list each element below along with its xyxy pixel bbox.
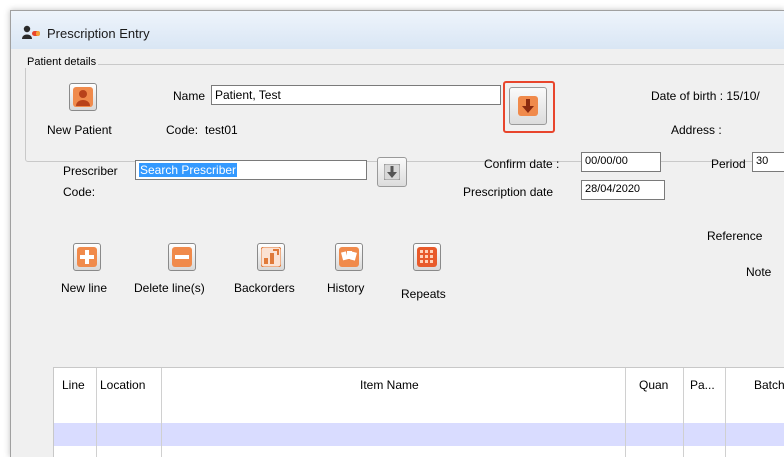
- name-label: Name: [173, 89, 206, 103]
- new-line-button[interactable]: [73, 243, 101, 271]
- prescriber-search-field[interactable]: Search Prescriber: [135, 160, 367, 180]
- prescription-date-label: Prescription date: [463, 185, 554, 199]
- repeats-button[interactable]: [413, 243, 441, 271]
- patient-details-group: [25, 64, 784, 162]
- delete-lines-button[interactable]: [168, 243, 196, 271]
- column-header-line[interactable]: Line: [62, 378, 85, 392]
- column-divider: [625, 368, 626, 457]
- prescription-lines-table[interactable]: Line Location Item Name Quan Pa... Batch: [53, 367, 784, 457]
- backorders-label: Backorders: [234, 281, 295, 295]
- confirm-date-field[interactable]: 00/00/00: [581, 152, 661, 172]
- column-header-batch[interactable]: Batch: [754, 378, 784, 392]
- plus-icon: [77, 247, 97, 267]
- patient-details-label: Patient details: [25, 56, 99, 68]
- title-bar: Prescription Entry: [11, 11, 784, 49]
- column-header-item-name[interactable]: Item Name: [360, 378, 419, 392]
- history-button[interactable]: [335, 243, 363, 271]
- backorders-button[interactable]: [257, 243, 285, 271]
- backorder-icon: [261, 247, 281, 267]
- prescriber-search-text: Search Prescriber: [139, 163, 238, 177]
- column-header-quantity[interactable]: Quan: [639, 378, 668, 392]
- note-label: Note: [746, 265, 772, 279]
- column-divider: [161, 368, 162, 457]
- reference-label: Reference: [707, 229, 763, 243]
- prescription-date-field[interactable]: 28/04/2020: [581, 180, 665, 200]
- confirm-date-label: Confirm date :: [484, 157, 560, 171]
- prescription-entry-window: Prescription Entry Patient details New P…: [10, 10, 784, 457]
- prescriber-label: Prescriber: [63, 164, 118, 178]
- column-divider: [96, 368, 97, 457]
- history-label: History: [327, 281, 365, 295]
- code-label: Code:: [166, 123, 199, 137]
- patient-code-value: test01: [205, 123, 238, 137]
- repeats-label: Repeats: [401, 287, 446, 301]
- column-divider: [725, 368, 726, 457]
- patient-name-field[interactable]: Patient, Test: [211, 85, 501, 105]
- new-patient-label: New Patient: [47, 123, 112, 137]
- minus-icon: [172, 247, 192, 267]
- prescriber-code-label: Code:: [63, 185, 96, 199]
- date-of-birth-label: Date of birth : 15/10/: [651, 89, 760, 103]
- period-field[interactable]: 30: [752, 152, 784, 172]
- highlight-box: [503, 81, 555, 133]
- prescription-app-icon: [22, 25, 40, 39]
- table-row-selected[interactable]: [54, 423, 784, 446]
- address-label: Address :: [671, 123, 722, 137]
- window-title: Prescription Entry: [47, 26, 150, 41]
- arrow-down-icon: [384, 164, 400, 180]
- calendar-icon: [417, 247, 437, 267]
- delete-lines-label: Delete line(s): [134, 281, 205, 295]
- column-header-pack[interactable]: Pa...: [690, 378, 715, 392]
- prescriber-lookup-button[interactable]: [377, 157, 407, 187]
- person-icon: [73, 87, 93, 107]
- new-line-label: New line: [61, 281, 108, 295]
- period-label: Period: [711, 157, 746, 171]
- new-patient-button[interactable]: [69, 83, 97, 111]
- column-header-location[interactable]: Location: [100, 378, 145, 392]
- history-icon: [339, 247, 359, 267]
- column-divider: [683, 368, 684, 457]
